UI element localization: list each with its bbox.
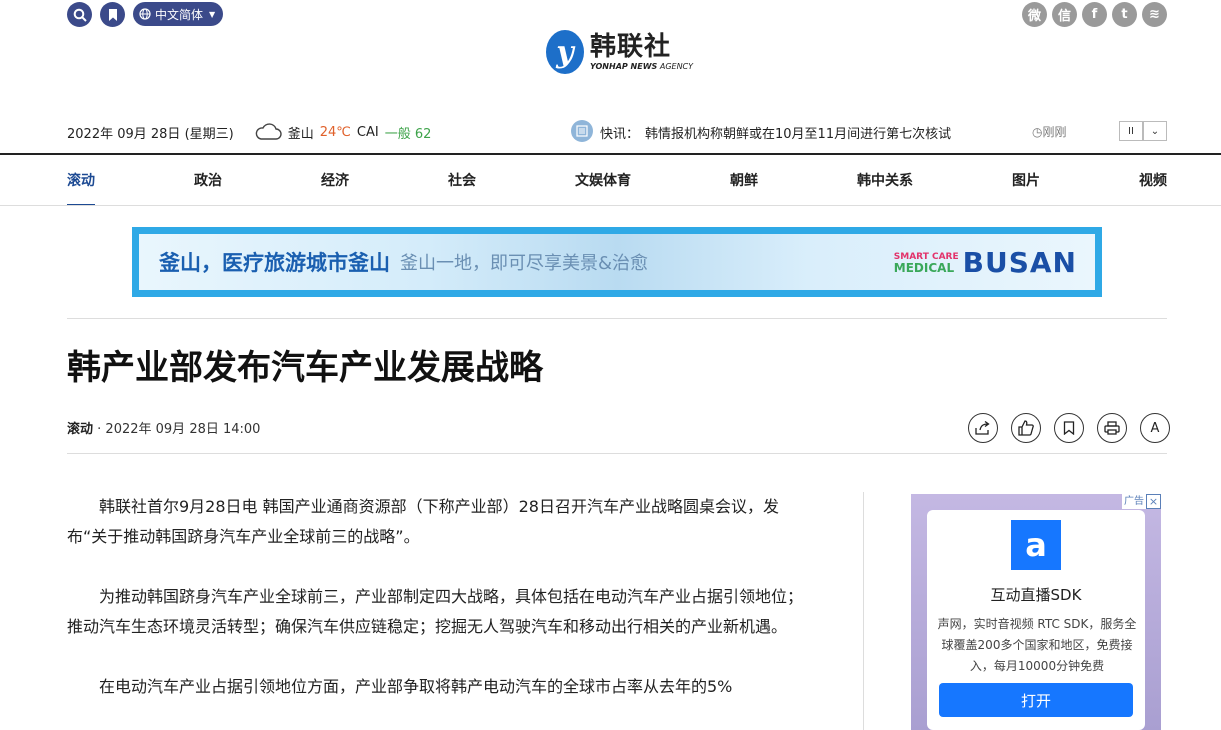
- main-nav: 滚动 政治 经济 社会 文娱体育 朝鲜 韩中关系 图片 视频: [67, 155, 1167, 206]
- current-date: 2022年 09月 28日 (星期三): [67, 126, 234, 142]
- meta-divider: [67, 453, 1167, 454]
- article-paragraph: 为推动韩国跻身汽车产业全球前三，产业部制定四大战略，具体包括在电动汽车产业占据引…: [67, 587, 804, 636]
- bookmark-icon: [1063, 421, 1075, 435]
- cai-label: CAI: [356, 124, 379, 140]
- sidebar-ad[interactable]: 广告 × a 互动直播SDK 声网，实时音视频 RTC SDK，服务全球覆盖20…: [911, 494, 1161, 730]
- nav-item-economy[interactable]: 经济: [321, 155, 349, 205]
- nav-item-north-korea[interactable]: 朝鲜: [730, 155, 758, 205]
- twitter-icon[interactable]: t: [1112, 2, 1137, 27]
- ticker-controls: II ⌄: [1119, 121, 1167, 141]
- article-meta: 滚动 · 2022年 09月 28日 14:00: [67, 422, 261, 437]
- nav-item-politics[interactable]: 政治: [194, 155, 222, 205]
- nav-divider: [0, 205, 1221, 206]
- top-bar: 中文简体 ▼ 微 信 f t ≋ y 韩联社 YONHAP NEWS AGENC…: [0, 0, 1221, 110]
- article-title: 韩产业部发布汽车产业发展战略: [67, 348, 543, 388]
- agora-logo: a: [1011, 520, 1061, 570]
- facebook-icon[interactable]: f: [1082, 2, 1107, 27]
- clock-icon: ◷: [1032, 125, 1043, 139]
- flash-time: ◷刚刚: [1032, 125, 1067, 139]
- pause-button[interactable]: II: [1119, 121, 1143, 141]
- article-category[interactable]: 滚动: [67, 422, 93, 437]
- article-tools: A: [968, 413, 1170, 443]
- bookmark-article-button[interactable]: [1054, 413, 1084, 443]
- flash-label: 快讯：: [600, 127, 640, 142]
- rss-icon[interactable]: ≋: [1142, 2, 1167, 27]
- cai-value: 一般 62: [384, 126, 432, 142]
- language-selector[interactable]: 中文简体 ▼: [133, 2, 223, 26]
- ad-open-button[interactable]: 打开: [939, 683, 1133, 717]
- like-button[interactable]: [1011, 413, 1041, 443]
- language-label: 中文简体: [155, 7, 204, 22]
- ad-card[interactable]: a 互动直播SDK 声网，实时音视频 RTC SDK，服务全球覆盖200多个国家…: [927, 510, 1145, 730]
- banner-subline: 釜山一地，即可尽享美景&治愈: [400, 253, 649, 274]
- news-flash-ticker[interactable]: 快讯： 韩情报机构称朝鲜或在10月至11月间进行第七次核试: [600, 123, 951, 142]
- thumbs-up-icon: [1018, 420, 1034, 436]
- banner-divider: [67, 318, 1167, 319]
- share-icon: [975, 421, 990, 435]
- wechat-icon[interactable]: 信: [1052, 2, 1077, 27]
- ad-label: 广告: [1122, 494, 1146, 509]
- cloud-icon: [255, 123, 282, 140]
- nav-item-culture-sports[interactable]: 文娱体育: [575, 155, 631, 205]
- ad-title: 互动直播SDK: [990, 586, 1082, 604]
- logo-chinese-name: 韩联社: [590, 32, 672, 62]
- weather-widget: 釜山 24℃ CAI 一般 62: [254, 123, 432, 142]
- article-datetime: 2022年 09月 28日 14:00: [105, 422, 261, 437]
- search-icon: [73, 8, 87, 22]
- news-flash-icon: [571, 120, 593, 142]
- share-button[interactable]: [968, 413, 998, 443]
- site-logo[interactable]: y 韩联社 YONHAP NEWS AGENCY: [546, 30, 693, 74]
- logo-english-name: YONHAP NEWS AGENCY: [590, 62, 694, 71]
- article-body: 韩联社首尔9月28日电 韩国产业通商资源部（下称产业部）28日召开汽车产业战略圆…: [67, 492, 817, 730]
- weather-temperature: 24℃: [319, 124, 351, 140]
- font-size-button[interactable]: A: [1140, 413, 1170, 443]
- weibo-icon[interactable]: 微: [1022, 2, 1047, 27]
- info-row: 2022年 09月 28日 (星期三) 釜山 24℃ CAI 一般 62 快讯：…: [67, 118, 1167, 146]
- banner-headline: 釜山，医疗旅游城市釜山: [159, 251, 390, 275]
- sidebar-divider: [863, 492, 864, 730]
- globe-icon: [139, 8, 151, 20]
- article-paragraph: 在电动汽车产业占据引领地位方面，产业部争取将韩产电动汽车的全球市占率从去年的5%: [99, 677, 733, 696]
- busan-banner-ad[interactable]: 釜山，医疗旅游城市釜山 釜山一地，即可尽享美景&治愈 SMART CARE ME…: [132, 227, 1102, 297]
- ad-badge: 广告 ×: [1122, 494, 1161, 509]
- nav-item-korea-china[interactable]: 韩中关系: [857, 155, 913, 205]
- search-button[interactable]: [67, 2, 92, 27]
- nav-item-society[interactable]: 社会: [448, 155, 476, 205]
- logo-mark: y: [546, 30, 584, 74]
- bookmark-icon: [108, 8, 117, 21]
- close-icon[interactable]: ×: [1146, 494, 1161, 509]
- nav-item-scroll[interactable]: 滚动: [67, 155, 95, 206]
- print-button[interactable]: [1097, 413, 1127, 443]
- printer-icon: [1104, 421, 1120, 435]
- nav-item-video[interactable]: 视频: [1139, 155, 1167, 205]
- weather-city: 釜山: [287, 126, 314, 142]
- banner-brand-logo: SMART CARE MEDICAL BUSAN: [893, 246, 1077, 279]
- flash-headline[interactable]: 韩情报机构称朝鲜或在10月至11月间进行第七次核试: [645, 127, 951, 142]
- bookmark-button[interactable]: [100, 2, 125, 27]
- next-button[interactable]: ⌄: [1143, 121, 1167, 141]
- article-paragraph: 韩联社首尔9月28日电 韩国产业通商资源部（下称产业部）28日召开汽车产业战略圆…: [67, 497, 779, 546]
- nav-item-photos[interactable]: 图片: [1012, 155, 1040, 205]
- chevron-down-icon: ▼: [209, 9, 216, 19]
- ad-description: 声网，实时音视频 RTC SDK，服务全球覆盖200多个国家和地区，免费接入，每…: [937, 617, 1137, 673]
